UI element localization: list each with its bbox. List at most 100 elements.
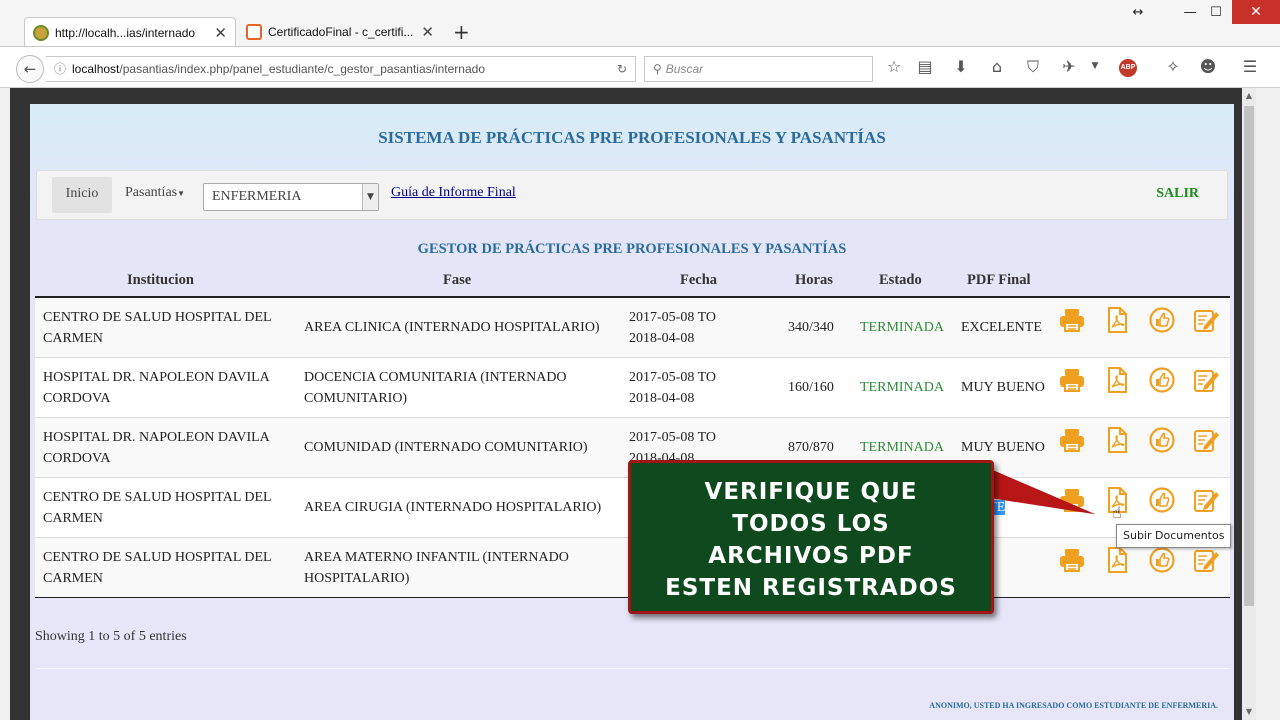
callout-line: ESTEN REGISTRADOS xyxy=(665,575,957,601)
close-tab-icon[interactable]: ✕ xyxy=(214,24,227,42)
pdf-final-value: MUY BUENO xyxy=(961,380,1045,395)
new-tab-icon[interactable]: + xyxy=(453,20,470,44)
pdf-icon[interactable] xyxy=(1103,366,1131,394)
pocket-icon[interactable]: ⛉ xyxy=(1022,57,1044,77)
callout-line: TODOS LOS xyxy=(732,511,890,537)
cell-fase: AREA CIRUGIA (INTERNADO HOSPITALARIO) xyxy=(304,500,602,515)
site-favicon-icon xyxy=(33,24,49,41)
cell-estado: TERMINADA xyxy=(860,320,944,335)
header-fecha[interactable]: Fecha xyxy=(680,272,717,289)
adblock-icon[interactable]: ABP xyxy=(1119,59,1137,77)
browser-tab-active[interactable]: http://localh...ias/internado ✕ xyxy=(24,17,236,47)
edit-icon[interactable] xyxy=(1192,306,1220,334)
select-arrow-icon[interactable]: ▼ xyxy=(362,184,378,210)
window-close-icon[interactable]: ✕ xyxy=(1232,0,1280,24)
cell-estado: TERMINADA xyxy=(860,440,944,455)
back-icon[interactable]: ← xyxy=(16,55,44,83)
caret-down-icon: ▼ xyxy=(177,189,186,198)
pdf-icon[interactable] xyxy=(1103,306,1131,334)
cell-pdf-final: EXCELENTE xyxy=(961,318,1051,339)
browser-navbar: ← ⓘ localhost/pasantias/index.php/panel_e… xyxy=(0,46,1280,88)
extension-icon[interactable]: ✈ xyxy=(1058,57,1080,76)
page-scrollbar[interactable]: ▲ ▼ xyxy=(1242,88,1256,720)
header-pdf-final[interactable]: PDF Final xyxy=(967,272,1031,289)
profile-icon[interactable]: ☻ xyxy=(1197,57,1219,76)
cell-fase: DOCENCIA COMUNITARIA (INTERNADO COMUNITA… xyxy=(304,370,567,406)
upload-tooltip: Subir Documentos xyxy=(1116,524,1232,548)
callout-line: VERIFIQUE QUE xyxy=(704,479,918,505)
download-icon[interactable]: ⬇ xyxy=(950,57,972,76)
dropdown-arrow-icon[interactable]: ▼ xyxy=(1084,61,1106,71)
browser-tab[interactable]: CertificadoFinal - c_certifi... ✕ xyxy=(238,17,442,47)
tab-title: CertificadoFinal - c_certifi... xyxy=(268,25,414,39)
cell-horas: 870/870 xyxy=(788,440,834,455)
print-icon[interactable] xyxy=(1058,426,1086,454)
edit-icon[interactable] xyxy=(1192,546,1220,574)
sync-icon[interactable]: ✧ xyxy=(1162,57,1184,76)
scroll-up-icon[interactable]: ▲ xyxy=(1242,88,1256,104)
header-institucion[interactable]: Institucion xyxy=(127,272,194,289)
thumbs-up-icon[interactable] xyxy=(1148,426,1176,454)
thumbs-up-icon[interactable] xyxy=(1148,366,1176,394)
search-placeholder: Buscar xyxy=(665,62,704,76)
pdf-final-value: EXCELENTE xyxy=(961,320,1042,335)
callout-line: ARCHIVOS PDF xyxy=(708,543,914,569)
cell-institucion: HOSPITAL DR. NAPOLEON DAVILA CORDOVA xyxy=(43,370,269,406)
cell-institucion: HOSPITAL DR. NAPOLEON DAVILA CORDOVA xyxy=(43,430,269,466)
reading-list-icon[interactable]: ▤ xyxy=(914,57,936,76)
footer-divider xyxy=(35,668,1230,669)
hand-cursor-icon: ☝ xyxy=(1112,503,1122,522)
thumbs-up-icon[interactable] xyxy=(1148,306,1176,334)
resize-icon[interactable]: ↔ xyxy=(1128,2,1148,24)
table-row: CENTRO DE SALUD HOSPITAL DEL CARMEN AREA… xyxy=(35,298,1230,358)
header-fase[interactable]: Fase xyxy=(443,272,471,289)
xampp-favicon-icon xyxy=(246,24,262,40)
scroll-thumb[interactable] xyxy=(1244,106,1254,606)
nav-pasantias-dropdown[interactable]: Pasantías▼ xyxy=(125,185,185,201)
guide-link[interactable]: Guía de Informe Final xyxy=(391,185,516,201)
cell-pdf-final: MUY BUENO xyxy=(961,378,1051,399)
close-tab-icon[interactable]: ✕ xyxy=(421,23,434,41)
cell-fecha: 2017-05-08 TO 2018-04-08 xyxy=(629,370,716,406)
cell-institucion: CENTRO DE SALUD HOSPITAL DEL CARMEN xyxy=(43,550,272,586)
table-header: Institucion Fase Fecha Horas Estado PDF … xyxy=(35,268,1230,298)
logout-link[interactable]: SALIR xyxy=(1156,186,1199,202)
bookmark-star-icon[interactable]: ☆ xyxy=(883,57,905,76)
print-icon[interactable] xyxy=(1058,366,1086,394)
career-select-value: ENFERMERIA xyxy=(212,189,302,204)
pdf-final-value: MUY BUENO xyxy=(961,440,1045,455)
cell-fase: AREA CLINICA (INTERNADO HOSPITALARIO) xyxy=(304,320,600,335)
search-input[interactable]: ⚲ Buscar xyxy=(644,56,873,82)
section-title: GESTOR DE PRÁCTICAS PRE PROFESIONALES Y … xyxy=(417,241,847,257)
edit-icon[interactable] xyxy=(1192,426,1220,454)
print-icon[interactable] xyxy=(1058,546,1086,574)
url-host: localhost xyxy=(72,62,120,76)
top-menu: Inicio Pasantías▼ ENFERMERIA ▼ Guía de I… xyxy=(36,170,1228,220)
menu-icon[interactable]: ☰ xyxy=(1239,57,1261,76)
maximize-icon[interactable]: ☐ xyxy=(1206,2,1226,24)
table-row: HOSPITAL DR. NAPOLEON DAVILA CORDOVA DOC… xyxy=(35,358,1230,418)
edit-icon[interactable] xyxy=(1192,486,1220,514)
url-bar[interactable]: ⓘ localhost/pasantias/index.php/panel_est… xyxy=(46,56,636,82)
pdf-icon[interactable] xyxy=(1103,546,1131,574)
print-icon[interactable] xyxy=(1058,306,1086,334)
career-select[interactable]: ENFERMERIA ▼ xyxy=(203,183,379,211)
instruction-callout: VERIFIQUE QUE TODOS LOS ARCHIVOS PDF EST… xyxy=(628,460,994,614)
site-info-icon[interactable]: ⓘ xyxy=(54,62,66,76)
header-estado[interactable]: Estado xyxy=(879,272,922,289)
thumbs-up-icon[interactable] xyxy=(1148,546,1176,574)
nav-home-link[interactable]: Inicio xyxy=(52,177,112,213)
thumbs-up-icon[interactable] xyxy=(1148,486,1176,514)
reload-icon[interactable]: ↻ xyxy=(617,57,627,81)
cell-horas: 340/340 xyxy=(788,320,834,335)
pdf-icon[interactable] xyxy=(1103,426,1131,454)
edit-icon[interactable] xyxy=(1192,366,1220,394)
cell-fase: AREA MATERNO INFANTIL (INTERNADO HOSPITA… xyxy=(304,550,569,586)
header-horas[interactable]: Horas xyxy=(795,272,833,289)
tab-title: http://localh...ias/internado xyxy=(55,25,196,40)
scroll-down-icon[interactable]: ▼ xyxy=(1242,704,1256,720)
home-icon[interactable]: ⌂ xyxy=(986,57,1008,76)
page-container: SISTEMA DE PRÁCTICAS PRE PROFESIONALES Y… xyxy=(30,104,1234,720)
cell-pdf-final: MUY BUENO xyxy=(961,438,1051,459)
minimize-icon[interactable]: — xyxy=(1180,2,1200,24)
